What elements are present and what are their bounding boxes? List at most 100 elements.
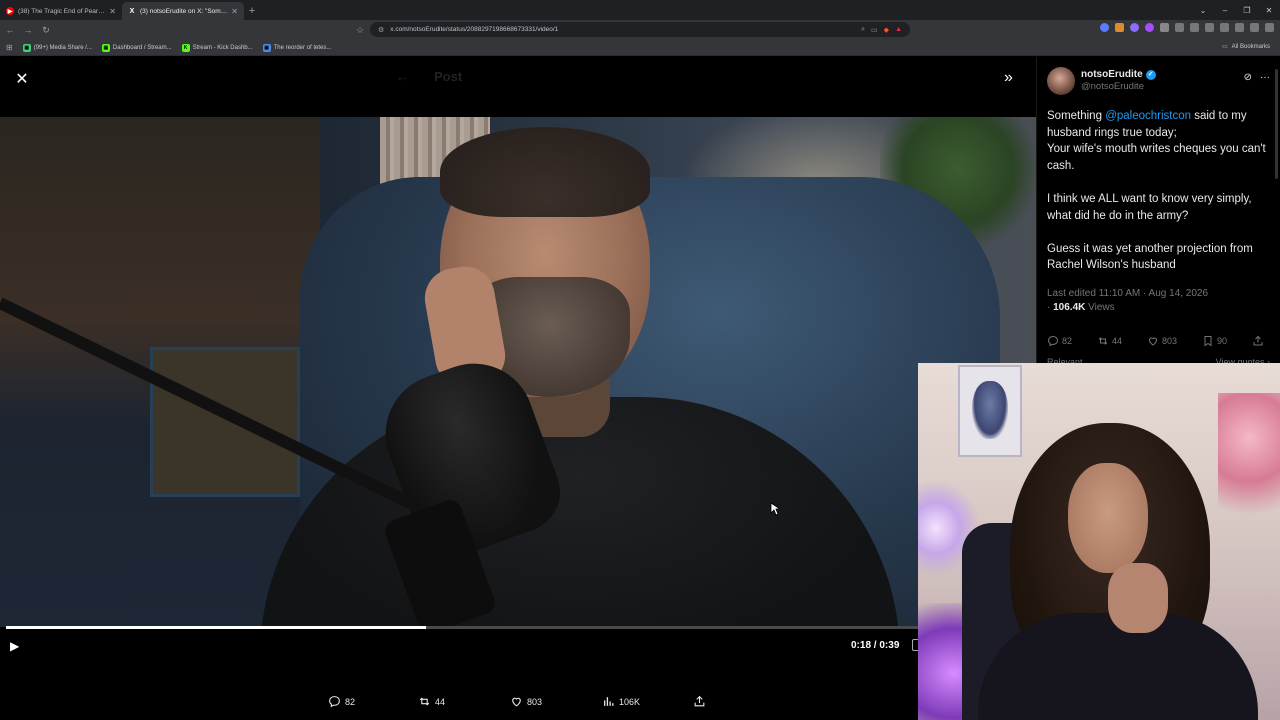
menu-icon[interactable] bbox=[1265, 23, 1274, 32]
extension-icon[interactable] bbox=[1100, 23, 1109, 32]
extension-icon[interactable] bbox=[1145, 23, 1154, 32]
bookmark-favicon-icon: ▣ bbox=[22, 43, 31, 52]
tweet-paragraph: Guess it was yet another projection from… bbox=[1047, 242, 1253, 272]
share-button[interactable] bbox=[1252, 335, 1264, 347]
reload-button[interactable]: ↻ bbox=[40, 23, 52, 37]
close-icon[interactable]: ✕ bbox=[231, 7, 238, 16]
scrollbar[interactable] bbox=[1275, 69, 1278, 179]
bookmark-count: 90 bbox=[1216, 335, 1227, 346]
tweet-header-actions: ⊘ ··· bbox=[1244, 72, 1270, 83]
display-name[interactable]: notsoErudite ✓ bbox=[1081, 69, 1238, 81]
tweet-text: Something bbox=[1047, 110, 1106, 122]
repost-button[interactable]: 44 bbox=[1097, 335, 1122, 347]
views-label: Views bbox=[1085, 301, 1115, 313]
tweet-panel: notsoErudite ✓ @notsoErudite ⊘ ··· Somet… bbox=[1036, 57, 1280, 367]
tab-title: (3) notsoErudite on X: "Somethi bbox=[140, 7, 228, 15]
bookmarks-bar: ⊞ ▣ (99+) Media Share /... ▣ Dashboard /… bbox=[0, 40, 1280, 56]
wallet-icon[interactable] bbox=[1220, 23, 1229, 32]
browser-tab-youtube[interactable]: ▶ (38) The Tragic End of Pearl Davis & ✕ bbox=[0, 2, 122, 20]
bookmark-label: Stream - Kick Dashb... bbox=[192, 44, 253, 51]
bookmark-item[interactable]: K Stream - Kick Dashb... bbox=[181, 43, 253, 52]
bookmark-item[interactable]: ▣ (99+) Media Share /... bbox=[22, 43, 92, 52]
like-count: 803 bbox=[1161, 335, 1177, 346]
repost-button[interactable]: 44 bbox=[418, 695, 445, 708]
video-player[interactable] bbox=[0, 117, 1036, 627]
music-icon[interactable] bbox=[1190, 23, 1199, 32]
cast-icon[interactable]: ▭ bbox=[871, 26, 878, 34]
tweet-meta: Last edited 11:10 AM · Aug 14, 2026 · 10… bbox=[1047, 287, 1270, 315]
apps-grid-icon[interactable]: ⊞ bbox=[6, 43, 13, 52]
tweet-paragraph: I think we ALL want to know very simply,… bbox=[1047, 192, 1252, 222]
extension-icon[interactable] bbox=[1160, 23, 1169, 32]
extension-icon[interactable] bbox=[1115, 23, 1124, 32]
zoom-icon[interactable]: ⌕ bbox=[861, 26, 865, 34]
all-bookmarks-label: All Bookmarks bbox=[1231, 43, 1270, 50]
close-viewer-button[interactable]: ✕ bbox=[12, 69, 32, 89]
views-button[interactable]: 106K bbox=[602, 695, 640, 708]
bookmark-item[interactable]: ▣ Dashboard / Stream... bbox=[101, 43, 172, 52]
views-count: 106K bbox=[619, 696, 641, 707]
grok-icon[interactable]: ⊘ bbox=[1244, 72, 1252, 83]
views-count: 106.4K bbox=[1053, 301, 1086, 313]
close-window-button[interactable]: ✕ bbox=[1258, 0, 1280, 20]
kick-icon: K bbox=[181, 43, 190, 52]
webcam-person-hand bbox=[1108, 563, 1168, 633]
like-button[interactable]: 803 bbox=[1147, 335, 1177, 347]
brave-shield-icon[interactable]: ◆ bbox=[884, 26, 889, 34]
like-button[interactable]: 803 bbox=[510, 695, 542, 708]
bookmark-item[interactable]: ▣ The reorder of tetes... bbox=[262, 43, 332, 52]
profile-icon[interactable] bbox=[1235, 23, 1244, 32]
back-button[interactable]: ← bbox=[4, 23, 16, 37]
bookmark-label: The reorder of tetes... bbox=[273, 44, 332, 51]
bookmark-button[interactable]: 90 bbox=[1202, 335, 1227, 347]
share-button[interactable] bbox=[693, 695, 706, 708]
display-name-text: notsoErudite bbox=[1081, 69, 1143, 81]
chevron-down-icon[interactable]: ⌄ bbox=[1192, 0, 1214, 20]
close-icon[interactable]: ✕ bbox=[109, 7, 116, 16]
repost-icon bbox=[1098, 336, 1108, 345]
webcam-person-face bbox=[1068, 463, 1148, 573]
tab-title: (38) The Tragic End of Pearl Davis & bbox=[18, 7, 105, 15]
extension-icon[interactable] bbox=[1130, 23, 1139, 32]
video-progress-bar[interactable] bbox=[6, 626, 918, 629]
faded-reply-preview bbox=[200, 669, 920, 693]
bookmark-favicon-icon: ▣ bbox=[101, 43, 110, 52]
video-controls: ▶ 0:18 / 0:39 bbox=[0, 635, 920, 661]
mention-link[interactable]: @paleochristcon bbox=[1105, 110, 1191, 122]
shield-icon[interactable] bbox=[1250, 23, 1259, 32]
minimize-button[interactable]: – bbox=[1214, 0, 1236, 20]
views-line: · 106.4K Views bbox=[1047, 301, 1115, 313]
share-icon bbox=[694, 695, 705, 707]
bookmark-star-icon[interactable]: ☆ bbox=[354, 23, 366, 37]
bookmark-icon bbox=[1204, 335, 1212, 346]
expand-sidebar-button[interactable]: » bbox=[1004, 69, 1013, 87]
viewer-ghost-title: Post bbox=[434, 69, 463, 84]
bookmark-favicon-icon: ▣ bbox=[262, 43, 271, 52]
forward-button[interactable]: → bbox=[22, 23, 34, 37]
reply-button[interactable]: 82 bbox=[328, 695, 355, 708]
user-handle[interactable]: @notsoErudite bbox=[1081, 81, 1238, 92]
restore-button[interactable]: ❐ bbox=[1236, 0, 1258, 20]
repost-count: 44 bbox=[435, 696, 446, 707]
like-count: 803 bbox=[527, 696, 543, 707]
url-field[interactable]: ⚙ x.com/notsoErudite/status/208829719866… bbox=[370, 22, 910, 37]
reply-button[interactable]: 82 bbox=[1047, 335, 1072, 347]
verified-badge-icon: ✓ bbox=[1145, 70, 1156, 81]
viewer-action-bar: 82 44 803 106K bbox=[0, 693, 920, 713]
sidebar-icon[interactable] bbox=[1205, 23, 1214, 32]
more-options-icon[interactable]: ··· bbox=[1260, 72, 1270, 83]
reply-count: 82 bbox=[345, 696, 356, 707]
site-info-icon[interactable]: ⚙ bbox=[378, 26, 384, 34]
new-tab-button[interactable]: + bbox=[244, 2, 260, 20]
avatar[interactable] bbox=[1047, 67, 1075, 95]
folder-icon: ▭ bbox=[1221, 44, 1228, 50]
address-bar: ← → ↻ ☆ ⚙ x.com/notsoErudite/status/2088… bbox=[0, 20, 1280, 40]
play-button[interactable]: ▶ bbox=[10, 639, 19, 653]
brave-rewards-icon[interactable]: ▲ bbox=[895, 26, 902, 33]
browser-tab-x[interactable]: X (3) notsoErudite on X: "Somethi ✕ bbox=[122, 2, 244, 20]
edited-timestamp[interactable]: Last edited 11:10 AM · Aug 14, 2026 bbox=[1047, 287, 1270, 301]
extension-icon[interactable] bbox=[1175, 23, 1184, 32]
all-bookmarks-button[interactable]: ▭ All Bookmarks bbox=[1221, 43, 1270, 51]
webcam-flowers bbox=[1218, 393, 1280, 543]
share-icon bbox=[1253, 335, 1263, 346]
